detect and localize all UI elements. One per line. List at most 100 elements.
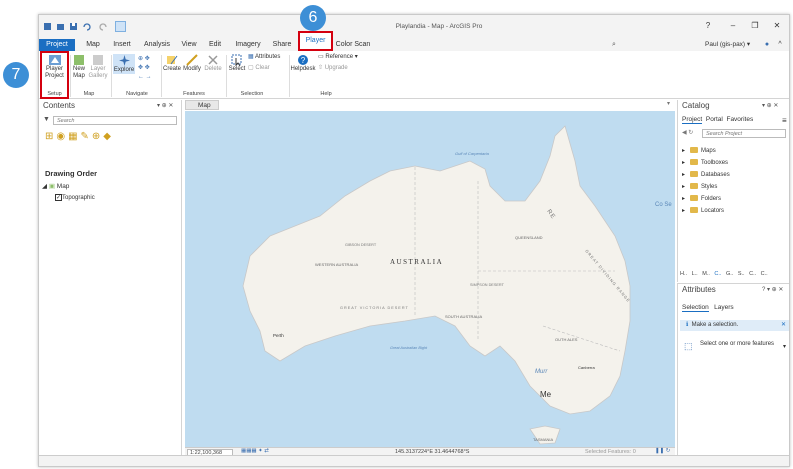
tab-player[interactable]: Player <box>298 31 333 51</box>
tab-edit[interactable]: Edit <box>205 39 225 51</box>
create-label: Create <box>163 66 182 72</box>
tab-selection[interactable]: Selection <box>682 304 709 312</box>
player-project-button[interactable]: Player Project <box>42 54 67 80</box>
status-tools-icon[interactable]: ▦▦▦ ✦ ⇄ <box>241 448 269 454</box>
topographic-label: Topographic <box>62 195 95 201</box>
collapse-ribbon-icon[interactable]: ^ <box>775 39 785 51</box>
layer-gallery-button[interactable]: Layer Gallery <box>87 54 109 80</box>
contents-toolbar[interactable]: ⊞◉▦✎⊕◆ <box>45 131 145 145</box>
filter-icon[interactable]: ▼ <box>43 116 50 123</box>
navigate-tools[interactable]: ⊕ ✥ ✥ ✥ ← → <box>138 55 158 85</box>
redo-icon[interactable] <box>99 22 108 31</box>
title-bar: Playlandia - Map - ArcGIS Pro ? – ❐ ✕ <box>39 15 789 39</box>
contents-pane: Contents ▾ ⊕ ✕ ▼ Search ⊞◉▦✎⊕◆ Drawing O… <box>39 100 182 455</box>
search-icon[interactable]: ⌕ <box>609 39 619 51</box>
info-banner: ℹ Make a selection. ✕ <box>680 320 789 331</box>
catalog-item-toolboxes[interactable]: ▸ Toolboxes <box>682 159 728 166</box>
map-icon: ▣ <box>48 183 55 190</box>
drawing-order-heading: Drawing Order <box>45 169 98 178</box>
step-badge-6: 6 <box>300 5 326 31</box>
select-features-control[interactable]: ⬚ Select one or more features ▾ <box>684 340 786 351</box>
dock-tab[interactable]: L.. <box>692 271 698 277</box>
new-project-icon[interactable] <box>43 22 52 31</box>
catalog-tab-portal[interactable]: Portal <box>706 116 723 123</box>
explore-button[interactable]: Explore <box>113 54 135 74</box>
catalog-item-styles[interactable]: ▸ Styles <box>682 183 717 190</box>
menu-icon[interactable]: ≡ <box>782 116 787 125</box>
info-icon: ℹ <box>686 322 689 328</box>
catalog-item-databases[interactable]: ▸ Databases <box>682 171 730 178</box>
catalog-search-input[interactable]: Search Project <box>702 129 786 138</box>
undo-icon[interactable] <box>82 22 91 31</box>
label-tasmania: TASMANIA <box>533 437 553 442</box>
open-project-icon[interactable] <box>56 22 65 31</box>
dock-tab[interactable]: M.. <box>702 271 710 277</box>
clear-button[interactable]: ▢ Clear <box>248 65 286 72</box>
topographic-layer-item[interactable]: ✓Topographic <box>55 194 95 201</box>
catalog-item-folders[interactable]: ▸ Folders <box>682 195 721 202</box>
new-map-button[interactable]: New Map <box>71 54 87 80</box>
dock-tab[interactable]: G.. <box>726 271 733 277</box>
catalog-bottom-tabs[interactable]: H.. L.. M.. C.. G.. S.. C.. C.. <box>680 271 789 277</box>
user-account[interactable]: Paul (gis-pax) ▾ <box>705 39 761 51</box>
info-text: Make a selection. <box>691 322 739 328</box>
restore-button[interactable]: ❐ <box>748 21 762 33</box>
contents-search-input[interactable]: Search <box>53 116 177 125</box>
dock-tab[interactable]: C.. <box>749 271 756 277</box>
helpdesk-label: Helpdesk <box>290 66 316 72</box>
tab-map[interactable]: Map <box>81 39 105 51</box>
tab-view[interactable]: View <box>178 39 200 51</box>
catalog-tab-project[interactable]: Project <box>682 116 703 124</box>
upgrade-icon: ⇧ <box>318 65 324 71</box>
pause-refresh-icon[interactable]: ❚❚ ↻ <box>655 448 670 454</box>
tab-imagery[interactable]: Imagery <box>232 39 264 51</box>
pane-options-icon[interactable]: ▾ ⊕ ✕ <box>762 102 778 109</box>
select-button[interactable]: Select <box>228 54 246 73</box>
map-layer-item[interactable]: ◢ ▣ Map <box>42 182 69 190</box>
catalog-item-maps[interactable]: ▸ Maps <box>682 147 716 154</box>
tab-project[interactable]: Project <box>39 39 75 51</box>
layer-gallery-label: Layer Gallery <box>88 66 108 79</box>
upgrade-button[interactable]: ⇧ Upgrade <box>318 65 360 72</box>
tab-color-scan[interactable]: Color Scan <box>335 39 371 51</box>
catalog-item-locators[interactable]: ▸ Locators <box>682 207 724 214</box>
notification-icon[interactable]: ● <box>763 39 771 51</box>
dock-tab[interactable]: C.. <box>761 271 768 277</box>
label-melbourne: Me <box>540 390 552 399</box>
help-button[interactable]: ? <box>701 21 715 33</box>
dock-tab[interactable]: S.. <box>738 271 745 277</box>
chevron-down-icon: ▾ <box>746 41 751 48</box>
create-button[interactable]: Create <box>163 54 181 73</box>
attributes-button[interactable]: ▦ Attributes <box>248 54 286 61</box>
map-canvas[interactable]: AUSTRALIA Gulf of Carpentaria Co Se QUEE… <box>185 111 675 448</box>
folder-icon <box>690 195 699 202</box>
dock-tab[interactable]: C.. <box>714 271 721 277</box>
explore-tool-icon[interactable] <box>115 21 126 32</box>
modify-button[interactable]: Modify <box>182 54 202 73</box>
dock-tab[interactable]: H.. <box>680 271 687 277</box>
tab-dropdown-icon[interactable]: ▾ <box>667 100 670 107</box>
minimize-button[interactable]: – <box>726 21 740 33</box>
help-circle-icon: ? <box>298 55 308 65</box>
nav-back-icon[interactable]: ◀ ↻ <box>682 129 693 136</box>
reference-button[interactable]: ▭ Reference ▾ <box>318 54 360 61</box>
save-icon[interactable] <box>69 22 78 31</box>
tab-analysis[interactable]: Analysis <box>140 39 174 51</box>
svg-text:?: ? <box>301 56 306 65</box>
group-selection: Selection <box>240 91 264 97</box>
pane-options-icon[interactable]: ? ▾ ⊕ ✕ <box>762 286 783 293</box>
map-tab[interactable]: Map ✕ <box>185 100 219 118</box>
checkbox[interactable]: ✓ <box>55 194 62 201</box>
explore-label: Explore <box>113 67 135 73</box>
tab-insert[interactable]: Insert <box>109 39 135 51</box>
catalog-tab-favorites[interactable]: Favorites <box>726 116 753 123</box>
helpdesk-button[interactable]: ? Helpdesk <box>290 54 316 73</box>
close-button[interactable]: ✕ <box>770 21 784 33</box>
tab-layers[interactable]: Layers <box>714 304 734 311</box>
close-icon[interactable]: ✕ <box>781 320 786 331</box>
ribbon: Player Project Setup New Map Layer Galle… <box>39 51 789 99</box>
delete-button[interactable]: Delete <box>203 54 223 73</box>
tab-share[interactable]: Share <box>270 39 294 51</box>
pane-options-icon[interactable]: ▾ ⊕ ✕ <box>157 102 173 109</box>
chevron-down-icon: ▾ <box>782 344 786 350</box>
